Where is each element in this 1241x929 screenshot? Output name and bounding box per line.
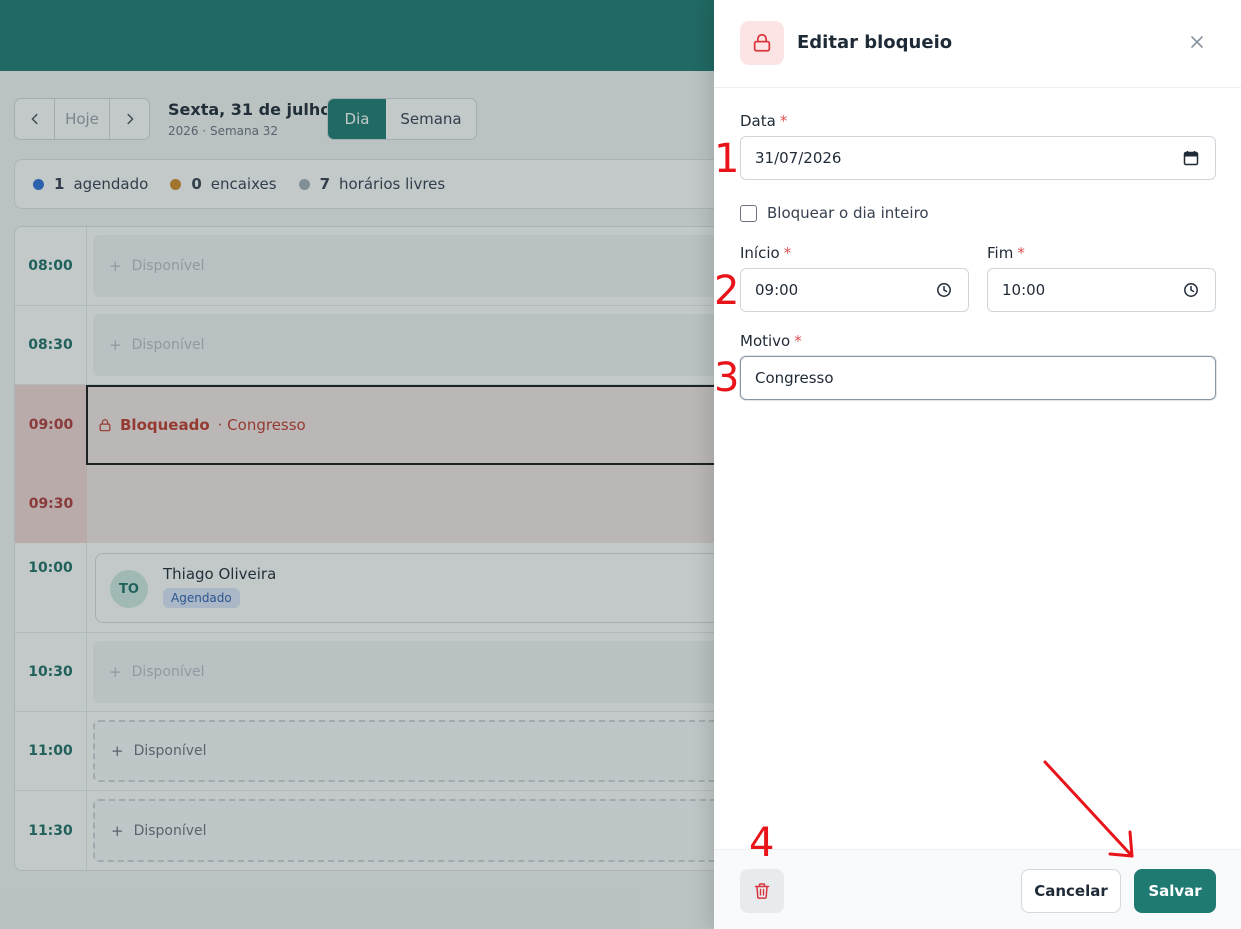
date-label-text: Data <box>740 112 776 130</box>
trash-icon <box>754 883 770 899</box>
date-label: Data * <box>740 112 787 130</box>
required-mark: * <box>794 332 802 350</box>
drawer-title: Editar bloqueio <box>797 32 953 53</box>
lock-icon <box>753 33 771 52</box>
date-value: 31/07/2026 <box>755 149 842 167</box>
close-button[interactable] <box>1185 30 1209 54</box>
required-mark: * <box>779 112 788 130</box>
edit-block-drawer: Editar bloqueio Data * 31/07/2026 Bloquea… <box>714 0 1241 929</box>
end-time-input[interactable]: 10:00 <box>987 268 1216 312</box>
reason-input[interactable]: Congresso <box>740 356 1216 400</box>
required-mark: * <box>783 244 792 262</box>
clock-icon[interactable] <box>936 282 952 298</box>
start-label: Início * <box>740 244 791 262</box>
drawer-header: Editar bloqueio <box>714 0 1241 88</box>
close-icon <box>1191 36 1203 48</box>
full-day-label: Bloquear o dia inteiro <box>767 204 929 222</box>
clock-icon[interactable] <box>1183 282 1199 298</box>
start-label-text: Início <box>740 244 780 262</box>
annotation-number-4: 4 <box>749 820 775 866</box>
date-input[interactable]: 31/07/2026 <box>740 136 1216 180</box>
annotation-arrow-icon <box>1043 760 1134 858</box>
full-day-checkbox[interactable] <box>740 204 757 222</box>
drawer-footer: Cancelar Salvar <box>714 849 1241 929</box>
reason-label: Motivo * <box>740 332 802 350</box>
end-label-text: Fim <box>987 244 1014 262</box>
calendar-icon[interactable] <box>1183 150 1199 166</box>
end-time-value: 10:00 <box>1002 281 1046 299</box>
required-mark: * <box>1017 244 1025 262</box>
reason-label-text: Motivo <box>740 332 791 350</box>
modal-backdrop[interactable] <box>0 0 714 929</box>
annotation-number-2: 2 <box>714 268 740 314</box>
start-time-value: 09:00 <box>755 281 799 299</box>
full-day-checkbox-row[interactable]: Bloquear o dia inteiro <box>740 204 929 222</box>
start-time-input[interactable]: 09:00 <box>740 268 969 312</box>
header-icon-badge <box>740 21 784 65</box>
reason-value: Congresso <box>755 369 834 387</box>
annotation-number-3: 3 <box>714 355 740 401</box>
delete-button[interactable] <box>740 869 784 913</box>
annotation-number-1: 1 <box>714 136 740 182</box>
end-label: Fim * <box>987 244 1025 262</box>
save-button[interactable]: Salvar <box>1134 869 1216 913</box>
cancel-button[interactable]: Cancelar <box>1021 869 1121 913</box>
